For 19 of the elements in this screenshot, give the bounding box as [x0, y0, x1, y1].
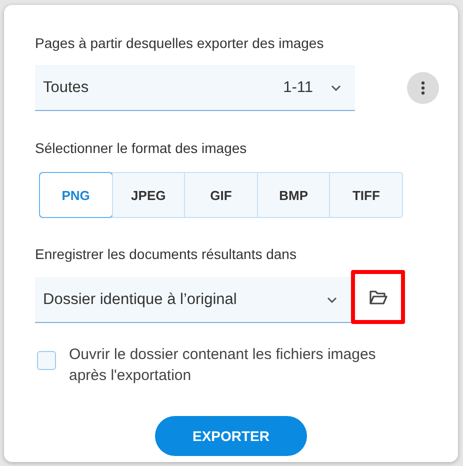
folder-icon — [368, 290, 388, 304]
checkbox[interactable] — [37, 351, 56, 370]
section-label: Pages à partir desquelles exporter des images — [35, 35, 325, 53]
format-tab[interactable]: TIFF — [329, 173, 402, 217]
format-tab[interactable]: JPEG — [112, 173, 184, 217]
format-tab[interactable]: GIF — [184, 173, 257, 217]
format-tab[interactable]: PNG — [39, 172, 113, 218]
chevron-down-icon — [331, 84, 341, 90]
chevron-down-icon — [327, 296, 337, 302]
more-vertical-icon — [421, 81, 425, 95]
section-label: Enregistrer les documents résultants dans — [35, 246, 298, 264]
more-options-button[interactable] — [407, 72, 439, 104]
checkbox-label: Ouvrir le dossier contenant les fichiers images après l'exportation — [69, 345, 377, 386]
destination-dropdown[interactable]: Dossier identique à l’original — [35, 277, 351, 323]
pages-dropdown[interactable]: Toutes 1-11 — [35, 65, 355, 111]
export-button[interactable]: EXPORTER — [155, 416, 307, 456]
format-tab[interactable]: BMP — [256, 173, 330, 217]
section-label: Sélectionner le format des images — [35, 140, 248, 158]
folder-button[interactable] — [351, 270, 405, 324]
